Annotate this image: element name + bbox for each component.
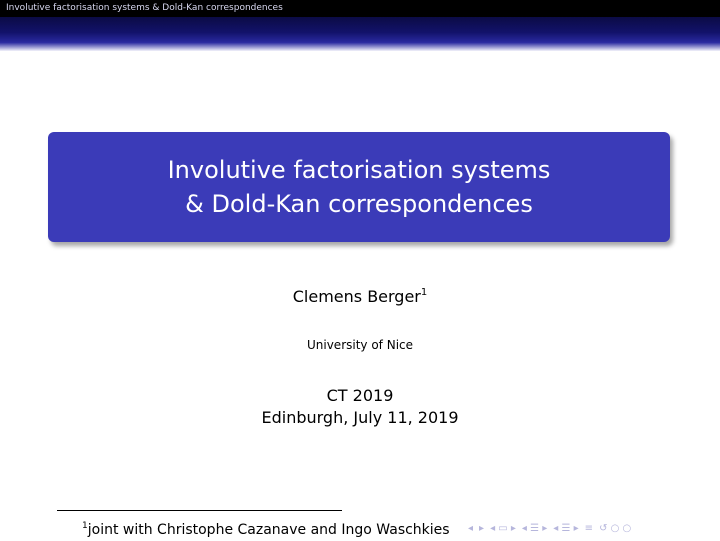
section-icon[interactable]: ◂ ☰ ▸ [553,523,578,535]
running-title[interactable]: Involutive factorisation systems & Dold-… [6,3,283,14]
subsection-icon[interactable]: ◂ ☰ ▸ [522,523,547,535]
title-block: Involutive factorisation systems & Dold-… [48,132,670,242]
author-footnote-mark: 1 [420,287,428,298]
frame-icon[interactable]: ◂ ▭ ▸ [490,523,516,535]
author: Clemens Berger1 [0,282,720,308]
headline-bar: Involutive factorisation systems & Dold-… [0,0,720,17]
title-line-2: & Dold-Kan correspondences [185,190,533,218]
event-name: CT 2019 [326,386,394,405]
event-location-date: Edinburgh, July 11, 2019 [261,408,459,427]
footnote: 1joint with Christophe Cazanave and Ingo… [82,516,450,540]
nav-left-icon[interactable]: ◂ [468,523,473,535]
header-gradient-band [0,17,720,51]
institute: University of Nice [306,338,414,352]
footnote-text: joint with Christophe Cazanave and Ingo … [87,522,450,538]
event-info: CT 2019 Edinburgh, July 11, 2019 [0,385,720,429]
align-icon[interactable]: ≡ [585,523,593,535]
search-icon[interactable]: ↺ ○ ○ [599,523,631,535]
author-name: Clemens Berger [292,287,421,306]
beamer-navigation: ◂ ▸ ◂ ▭ ▸ ◂ ☰ ▸ ◂ ☰ ▸ ≡ ↺ ○ ○ [468,521,718,537]
title-line-1: Involutive factorisation systems [167,156,551,184]
footnote-rule [57,510,342,511]
nav-right-icon[interactable]: ▸ [479,523,484,535]
